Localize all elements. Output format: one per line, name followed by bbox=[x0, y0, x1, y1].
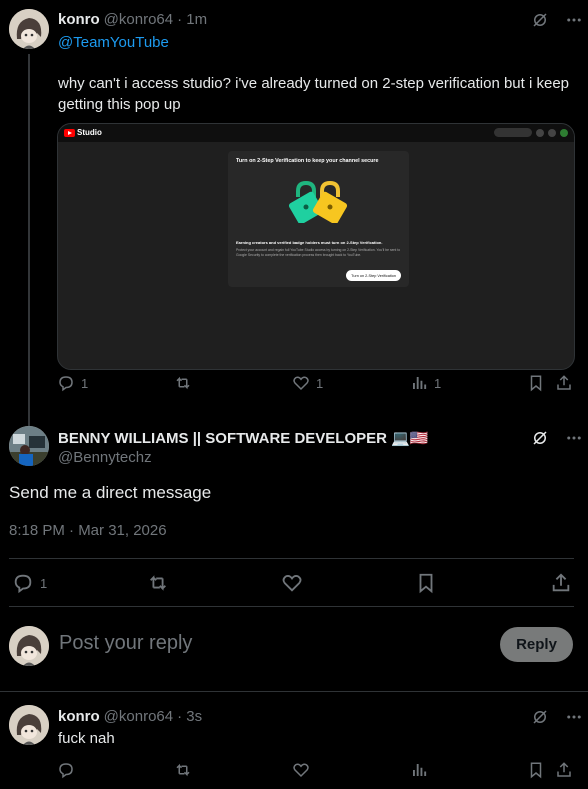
views-icon bbox=[413, 764, 427, 776]
post-image[interactable]: Studio Turn on 2-Step Verification to ke… bbox=[57, 123, 575, 370]
repost-button[interactable] bbox=[174, 374, 192, 392]
share-icon bbox=[552, 573, 570, 592]
reply-button[interactable]: 1 bbox=[57, 374, 88, 392]
yt-studio-header: Studio bbox=[58, 124, 574, 142]
reply-icon bbox=[59, 763, 73, 779]
repost-button[interactable] bbox=[174, 761, 192, 779]
dialog-subtitle: Earning creators and verified badge hold… bbox=[236, 240, 383, 245]
like-button[interactable] bbox=[292, 761, 310, 779]
reply-button[interactable]: 1 bbox=[12, 572, 47, 594]
yt-dot bbox=[536, 128, 544, 137]
dialog-body: Protect your account and regain full You… bbox=[236, 248, 401, 257]
author-handle[interactable]: @konro64 bbox=[104, 708, 173, 725]
reply-count: 1 bbox=[81, 375, 89, 391]
more-icon[interactable] bbox=[564, 428, 584, 448]
share-icon bbox=[557, 762, 571, 777]
author-handle[interactable]: @Bennytechz bbox=[58, 449, 152, 466]
post-text: why can't i access studio? i've already … bbox=[58, 75, 570, 113]
share-button[interactable] bbox=[555, 761, 573, 779]
views-count: 1 bbox=[434, 375, 442, 391]
like-button[interactable]: 1 bbox=[292, 374, 323, 392]
avatar-konro[interactable] bbox=[9, 9, 49, 49]
post-timestamp[interactable]: 8:18 PM · Mar 31, 2026 bbox=[9, 522, 167, 539]
turn-on-2sv-button: Turn on 2-Step Verification bbox=[346, 270, 401, 281]
bookmark-button[interactable] bbox=[527, 374, 545, 392]
dialog-title: Turn on 2-Step Verification to keep your… bbox=[236, 158, 379, 164]
grok-icon[interactable] bbox=[530, 707, 550, 727]
author-name[interactable]: konro bbox=[58, 708, 100, 725]
post-text: Send me a direct message bbox=[9, 483, 212, 502]
yt-logo-text: Studio bbox=[77, 128, 102, 137]
author-name[interactable]: konro bbox=[58, 11, 100, 28]
views-icon bbox=[413, 377, 427, 389]
share-icon bbox=[557, 375, 571, 390]
thread-line bbox=[28, 54, 30, 426]
share-button[interactable] bbox=[550, 572, 572, 594]
avatar-konro[interactable] bbox=[9, 705, 49, 745]
repost-icon bbox=[150, 575, 166, 591]
post-time[interactable]: · 3s bbox=[177, 708, 202, 725]
author-name[interactable]: BENNY WILLIAMS || SOFTWARE DEVELOPER 💻🇺🇸 bbox=[58, 430, 429, 447]
divider bbox=[9, 558, 574, 559]
post-text: fuck nah bbox=[58, 730, 115, 747]
like-icon bbox=[293, 376, 309, 391]
like-count: 1 bbox=[316, 375, 324, 391]
grok-icon[interactable] bbox=[530, 10, 550, 30]
like-icon bbox=[282, 575, 302, 592]
bookmark-icon bbox=[530, 762, 542, 779]
reply-input[interactable]: Post your reply bbox=[59, 632, 192, 655]
yt-dot bbox=[548, 128, 556, 137]
yt-studio-logo: Studio bbox=[64, 128, 102, 137]
like-button[interactable] bbox=[281, 572, 303, 594]
reply-icon bbox=[59, 376, 73, 392]
post-time[interactable]: · 1m bbox=[177, 11, 207, 28]
yt-chip bbox=[494, 128, 532, 137]
author-handle[interactable]: @konro64 bbox=[104, 11, 173, 28]
reply-count: 1 bbox=[40, 575, 48, 591]
like-icon bbox=[293, 763, 309, 778]
reply-submit-button[interactable]: Reply bbox=[500, 627, 573, 662]
views-button[interactable]: 1 bbox=[410, 374, 441, 392]
divider bbox=[9, 606, 574, 607]
youtube-play-icon bbox=[64, 128, 75, 137]
avatar-benny[interactable] bbox=[9, 426, 49, 466]
padlock-icon bbox=[288, 180, 348, 223]
bookmark-button[interactable] bbox=[415, 572, 437, 594]
post-actions bbox=[57, 760, 575, 780]
reply-icon bbox=[14, 574, 32, 594]
grok-icon[interactable] bbox=[530, 428, 550, 448]
divider bbox=[0, 691, 588, 692]
share-button[interactable] bbox=[555, 374, 573, 392]
more-icon[interactable] bbox=[564, 707, 584, 727]
yt-avatar bbox=[560, 128, 568, 137]
repost-icon bbox=[176, 376, 190, 390]
avatar-current-user[interactable] bbox=[9, 626, 49, 666]
bookmark-icon bbox=[419, 573, 433, 594]
bookmark-icon bbox=[530, 375, 542, 392]
more-icon[interactable] bbox=[564, 10, 584, 30]
verification-dialog: Turn on 2-Step Verification to keep your… bbox=[228, 151, 409, 287]
views-button[interactable] bbox=[410, 761, 428, 779]
mention-link[interactable]: @TeamYouTube bbox=[58, 34, 169, 51]
yt-header-controls bbox=[494, 128, 568, 137]
repost-button[interactable] bbox=[147, 572, 169, 594]
post-actions: 1 bbox=[12, 572, 572, 594]
reply-button[interactable] bbox=[57, 761, 75, 779]
bookmark-button[interactable] bbox=[527, 761, 545, 779]
repost-icon bbox=[176, 763, 190, 777]
